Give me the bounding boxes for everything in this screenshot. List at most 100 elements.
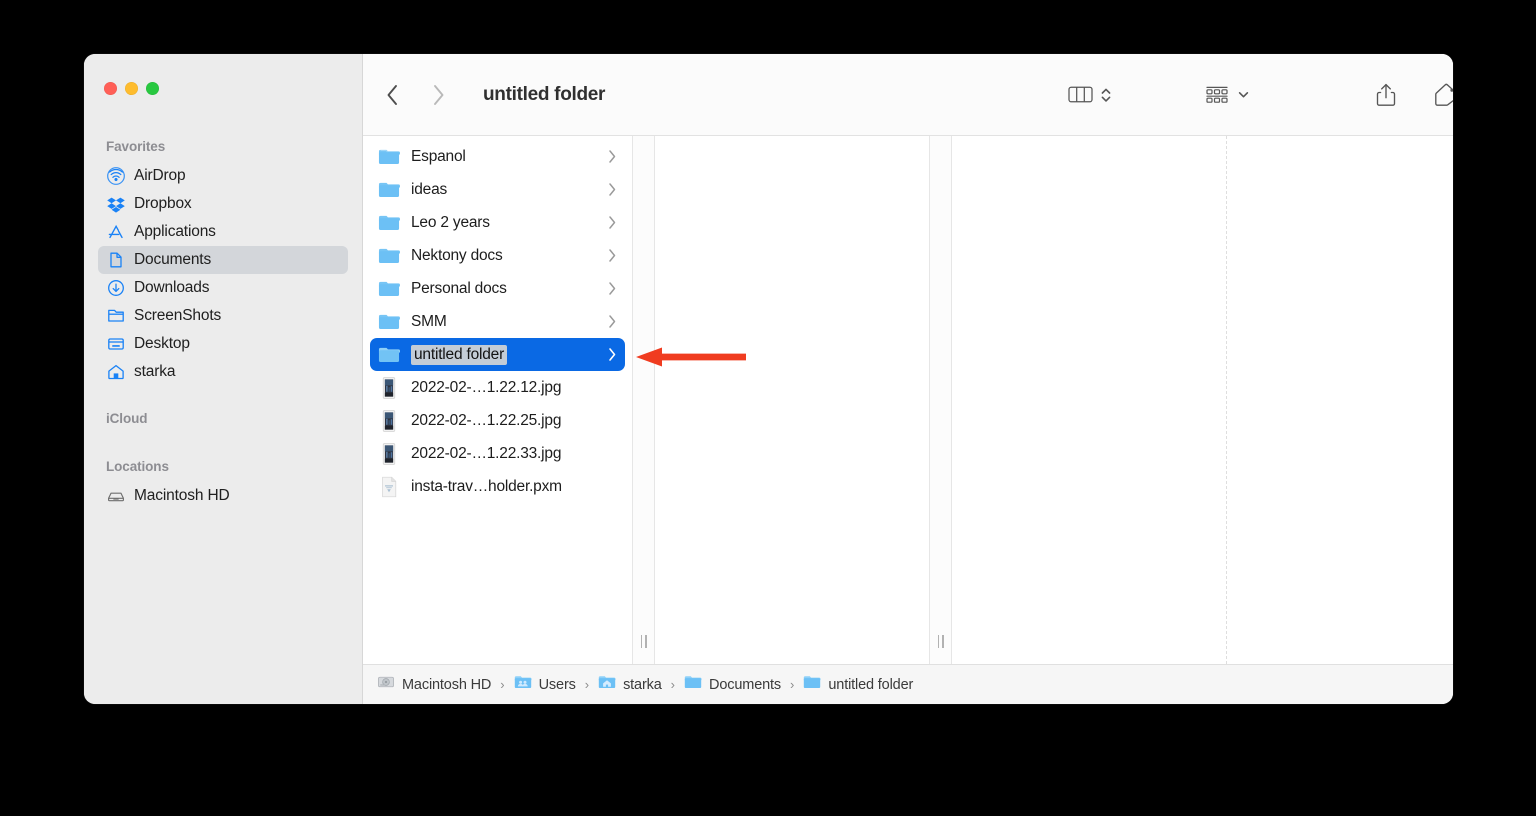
column-1-list: Espanol ideas Leo 2 years Nektony docs P…: [363, 136, 632, 503]
home-icon: [106, 363, 125, 382]
column-3[interactable]: [952, 136, 1226, 664]
folder-icon: [378, 146, 400, 168]
image-file-icon: [378, 376, 400, 399]
dropbox-icon: [106, 195, 125, 214]
sidebar-section-locations: Locations: [106, 459, 169, 474]
applications-icon: [106, 223, 125, 242]
breadcrumb-label: Users: [538, 676, 576, 693]
path-bar: Macintosh HD › Users › starka › Document…: [363, 664, 1453, 704]
screen: Favorites AirDrop Dropbox Applications D…: [0, 0, 1536, 816]
sidebar-item-airdrop[interactable]: AirDrop: [98, 162, 348, 190]
back-button[interactable]: [381, 82, 403, 108]
list-item-selected[interactable]: untitled folder: [370, 338, 625, 371]
list-item[interactable]: Personal docs: [370, 272, 625, 305]
item-name: 2022-02-…1.22.12.jpg: [411, 378, 562, 396]
view-mode-control[interactable]: [1068, 54, 1112, 135]
breadcrumb-label: starka: [623, 676, 662, 693]
breadcrumb-separator: ›: [500, 677, 505, 692]
chevron-right-icon[interactable]: [608, 314, 619, 329]
chevron-down-icon[interactable]: [1237, 88, 1250, 101]
tags-button[interactable]: [1433, 54, 1453, 135]
sidebar-item-label: starka: [134, 363, 176, 380]
column-4[interactable]: [1227, 136, 1453, 664]
list-item[interactable]: 2022-02-…1.22.25.jpg: [370, 404, 625, 437]
minimize-button[interactable]: [125, 82, 138, 95]
image-file-icon: [378, 442, 400, 465]
list-item[interactable]: 2022-02-…1.22.33.jpg: [370, 437, 625, 470]
group-by-icon[interactable]: [1204, 84, 1230, 106]
column-2[interactable]: [655, 136, 929, 664]
harddisk-icon: [377, 673, 395, 696]
close-button[interactable]: [104, 82, 117, 95]
list-item[interactable]: SMM: [370, 305, 625, 338]
sidebar-item-documents[interactable]: Documents: [98, 246, 348, 274]
document-icon: [106, 251, 125, 270]
breadcrumb-label: Documents: [709, 676, 782, 693]
group-by-control[interactable]: [1204, 54, 1250, 135]
sidebar-item-label: Desktop: [134, 335, 190, 352]
share-icon[interactable]: [1375, 82, 1397, 108]
chevron-right-icon[interactable]: [608, 149, 619, 164]
list-item[interactable]: ideas: [370, 173, 625, 206]
column-1[interactable]: Espanol ideas Leo 2 years Nektony docs P…: [363, 136, 632, 664]
sidebar-item-starka[interactable]: starka: [98, 358, 348, 386]
column-view-icon[interactable]: [1068, 84, 1093, 105]
item-name: insta-trav…holder.pxm: [411, 477, 562, 495]
column-2-resizer[interactable]: [929, 136, 952, 664]
sidebar-item-desktop[interactable]: Desktop: [98, 330, 348, 358]
sidebar-item-screenshots[interactable]: ScreenShots: [98, 302, 348, 330]
sidebar-item-applications[interactable]: Applications: [98, 218, 348, 246]
sidebar-item-dropbox[interactable]: Dropbox: [98, 190, 348, 218]
main-area: untitled folder Espanol ideas Leo 2 year…: [363, 54, 1453, 704]
chevron-right-icon[interactable]: [608, 347, 619, 362]
image-file-icon: [378, 409, 400, 432]
sidebar-item-label: Downloads: [134, 279, 210, 296]
tag-icon[interactable]: [1433, 83, 1453, 107]
item-name: SMM: [411, 312, 447, 330]
list-item[interactable]: Espanol: [370, 140, 625, 173]
home-folder-icon: [598, 674, 616, 695]
chevron-right-icon[interactable]: [608, 182, 619, 197]
folder-icon: [378, 344, 400, 366]
forward-button[interactable]: [427, 82, 449, 108]
list-item[interactable]: insta-trav…holder.pxm: [370, 470, 625, 503]
list-item[interactable]: 2022-02-…1.22.12.jpg: [370, 371, 625, 404]
folder-icon: [378, 179, 400, 201]
harddisk-icon: [106, 487, 125, 506]
column-1-resizer[interactable]: [632, 136, 655, 664]
item-name: Espanol: [411, 147, 466, 165]
list-item[interactable]: Leo 2 years: [370, 206, 625, 239]
chevron-right-icon[interactable]: [608, 281, 619, 296]
chevron-right-icon[interactable]: [608, 248, 619, 263]
users-folder-icon: [514, 674, 532, 695]
sidebar-item-macintosh-hd[interactable]: Macintosh HD: [98, 482, 348, 510]
breadcrumb-users[interactable]: Users: [514, 674, 576, 695]
share-button[interactable]: [1375, 54, 1397, 135]
folder-icon: [378, 278, 400, 300]
breadcrumb-macintosh-hd[interactable]: Macintosh HD: [377, 673, 491, 696]
page-title: untitled folder: [483, 83, 606, 105]
folder-icon: [106, 307, 125, 326]
sidebar-item-label: AirDrop: [134, 167, 186, 184]
sidebar-item-label: Applications: [134, 223, 216, 240]
sidebar-item-label: Dropbox: [134, 195, 192, 212]
breadcrumb-untitled-folder[interactable]: untitled folder: [803, 674, 913, 695]
item-name: Leo 2 years: [411, 213, 490, 231]
navigation-buttons: [381, 82, 449, 108]
list-item[interactable]: Nektony docs: [370, 239, 625, 272]
chevron-updown-icon[interactable]: [1100, 85, 1112, 105]
sidebar-scroll[interactable]: Favorites AirDrop Dropbox Applications D…: [84, 132, 362, 704]
breadcrumb-documents[interactable]: Documents: [684, 674, 781, 695]
chevron-right-icon[interactable]: [608, 215, 619, 230]
maximize-button[interactable]: [146, 82, 159, 95]
breadcrumb-separator: ›: [790, 677, 795, 692]
traffic-lights: [104, 82, 159, 95]
resize-grip-icon: [640, 635, 647, 648]
item-name: Nektony docs: [411, 246, 503, 264]
item-name-editing[interactable]: untitled folder: [411, 344, 508, 365]
resize-grip-icon: [937, 635, 944, 648]
sidebar-item-downloads[interactable]: Downloads: [98, 274, 348, 302]
breadcrumb-starka[interactable]: starka: [598, 674, 662, 695]
item-name: Personal docs: [411, 279, 507, 297]
